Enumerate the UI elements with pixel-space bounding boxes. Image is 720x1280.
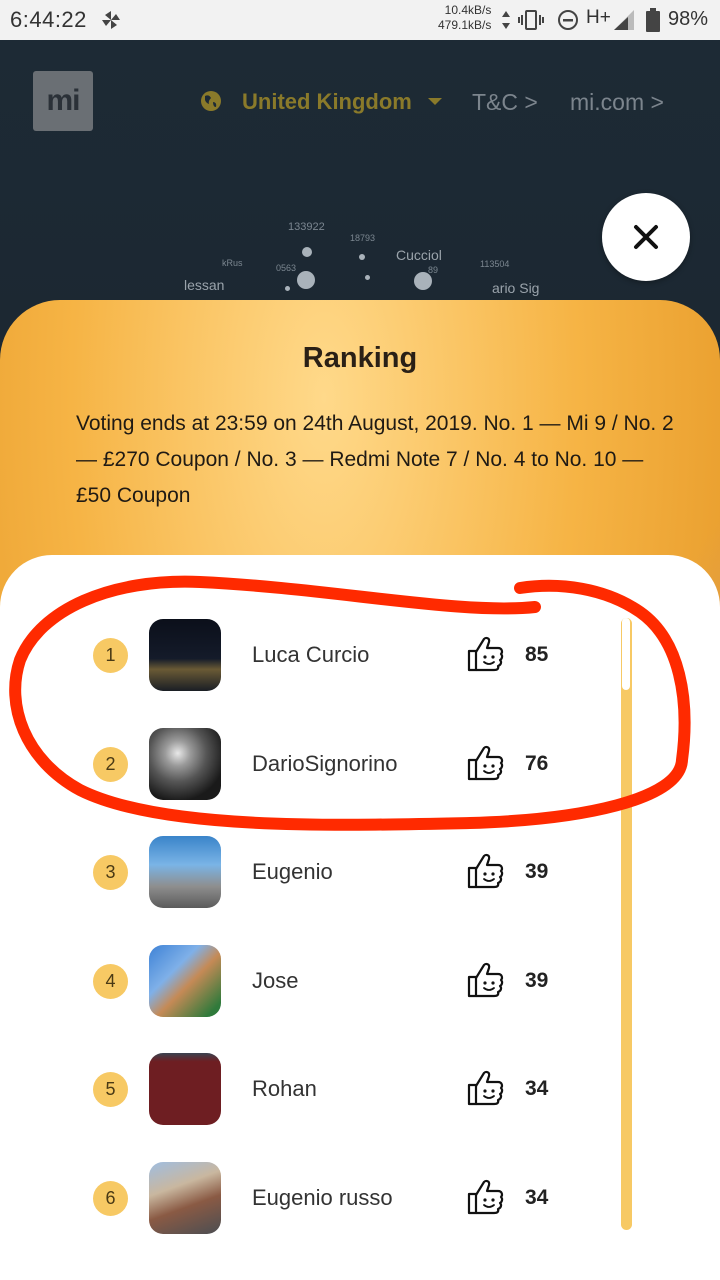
vote-count: 85 <box>525 643 549 666</box>
thumbs-up-icon[interactable] <box>467 961 505 999</box>
signal-icon <box>614 10 634 30</box>
bubble-label: 133922 <box>288 221 325 233</box>
vote-count: 39 <box>525 860 549 883</box>
ranking-row[interactable]: 3 Eugenio 39 <box>0 835 720 935</box>
close-button[interactable] <box>602 193 690 281</box>
close-icon <box>634 225 658 249</box>
country-selector[interactable]: United Kingdom <box>242 89 412 115</box>
avatar[interactable] <box>149 944 221 1017</box>
vote-count: 39 <box>525 968 549 992</box>
battery-percentage: 98% <box>668 8 709 30</box>
data-transfer-icon <box>502 11 510 29</box>
ranking-row[interactable]: 1 Luca Curcio 85 <box>0 618 720 718</box>
thumbs-up-icon[interactable] <box>467 1069 505 1107</box>
ranking-row[interactable]: 6 Eugenio russo 34 <box>0 1161 720 1261</box>
bubble-label: 18793 <box>350 233 376 243</box>
vibrate-icon <box>518 10 544 30</box>
mi-logo[interactable]: mi <box>33 71 93 131</box>
network-speed: 10.4kB/s 479.1kB/s <box>438 3 492 32</box>
bubble-label: lessan <box>184 277 225 293</box>
avatar[interactable] <box>149 836 221 908</box>
user-name[interactable]: Rohan <box>252 1076 317 1102</box>
bubble-label: ario Sig <box>492 280 540 296</box>
user-name[interactable]: Eugenio russo <box>252 1185 393 1211</box>
bubble-dot <box>297 271 315 289</box>
bubble-label: kRus <box>222 258 243 268</box>
bubble-dot <box>365 275 370 280</box>
do-not-disturb-icon <box>558 10 578 30</box>
bubble-dot <box>414 272 432 290</box>
avatar[interactable] <box>149 1161 221 1234</box>
ranking-row[interactable]: 5 Rohan 34 <box>0 1052 720 1152</box>
bubble-label: 0563 <box>276 263 297 273</box>
ranking-list[interactable]: 1 Luca Curcio 85 2 DarioSignorino 76 3 E… <box>0 555 720 1280</box>
status-time: 6:44:22 <box>10 7 87 32</box>
rank-badge: 2 <box>93 746 128 782</box>
rank-badge: 3 <box>93 855 128 890</box>
vote-count: 76 <box>525 751 549 775</box>
network-type: H+ <box>586 7 611 28</box>
bubble-label: 113504 <box>480 259 510 269</box>
thumbs-up-icon[interactable] <box>467 852 505 890</box>
ranking-row[interactable]: 2 DarioSignorino 76 <box>0 727 720 827</box>
ranking-modal: Ranking Voting ends at 23:59 on 24th Aug… <box>0 300 720 1280</box>
chevron-down-icon[interactable] <box>428 98 442 105</box>
rank-badge: 1 <box>93 638 128 673</box>
mi-com-link[interactable]: mi.com > <box>570 89 664 116</box>
vote-count: 34 <box>525 1185 549 1209</box>
user-name[interactable]: Luca Curcio <box>252 642 369 668</box>
avatar[interactable] <box>149 1053 221 1125</box>
bubble-dot <box>285 286 290 291</box>
modal-description: Voting ends at 23:59 on 24th August, 201… <box>76 412 674 507</box>
vote-count: 34 <box>525 1077 549 1100</box>
pinwheel-icon <box>102 11 120 29</box>
bubble-dot <box>302 247 312 257</box>
avatar[interactable] <box>149 619 221 691</box>
user-name[interactable]: Eugenio <box>252 859 333 885</box>
terms-link[interactable]: T&C > <box>472 89 538 116</box>
ranking-row[interactable]: 4 Jose 39 <box>0 944 720 1044</box>
bubble-dot <box>359 254 365 260</box>
user-name[interactable]: DarioSignorino <box>252 751 398 777</box>
rank-badge: 4 <box>93 963 128 999</box>
bubble-label: 89 <box>428 265 439 275</box>
thumbs-up-icon[interactable] <box>467 635 505 673</box>
rank-badge: 5 <box>93 1072 128 1107</box>
scrollbar-track[interactable] <box>621 618 632 1230</box>
thumbs-up-icon[interactable] <box>467 744 505 782</box>
status-bar: 6:44:22 10.4kB/s 479.1kB/s H+ 98% <box>0 0 720 40</box>
modal-title: Ranking <box>302 342 418 374</box>
scrollbar-thumb[interactable] <box>622 618 630 690</box>
avatar[interactable] <box>149 727 221 800</box>
thumbs-up-icon[interactable] <box>467 1178 505 1216</box>
bubble-label: Cucciol <box>396 247 442 263</box>
rank-badge: 6 <box>93 1180 128 1216</box>
globe-icon[interactable] <box>200 90 222 112</box>
battery-icon <box>646 8 660 32</box>
user-name[interactable]: Jose <box>252 968 298 994</box>
